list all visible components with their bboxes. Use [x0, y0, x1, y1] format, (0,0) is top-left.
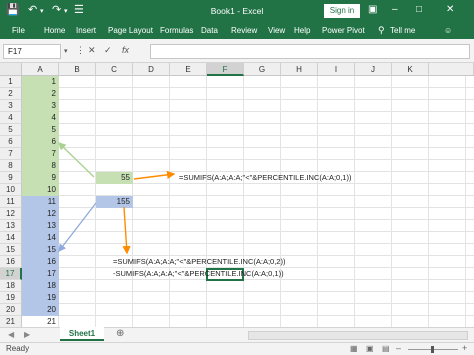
- page-break-view-icon[interactable]: ▤: [382, 343, 390, 355]
- new-sheet-icon[interactable]: ⊕: [116, 328, 124, 339]
- maximize-icon[interactable]: □: [416, 3, 422, 17]
- name-box-dropdown-icon[interactable]: ▾: [64, 47, 68, 55]
- name-box[interactable]: F17: [3, 44, 61, 59]
- horizontal-scrollbar[interactable]: [248, 331, 468, 340]
- more-options-icon[interactable]: ⋮: [76, 45, 85, 56]
- tab-formulas[interactable]: Formulas: [160, 26, 193, 35]
- lightbulb-icon: ⚲: [378, 25, 385, 35]
- tab-help[interactable]: Help: [294, 26, 310, 35]
- ribbon-tabs: File Home Insert Page Layout Formulas Da…: [0, 22, 474, 39]
- tab-home[interactable]: Home: [44, 26, 65, 35]
- cancel-icon[interactable]: ✕: [88, 45, 96, 56]
- window-title: Book1 - Excel: [210, 6, 264, 16]
- scroll-left-icon[interactable]: ◀: [8, 330, 14, 339]
- status-bar: Ready ▦ ▣ ▤ – +: [0, 342, 474, 355]
- sheet-tab-sheet1[interactable]: Sheet1: [60, 327, 104, 341]
- zoom-slider-thumb[interactable]: [431, 346, 434, 353]
- sheet-tabs-bar: ◀ ▶ Sheet1 ⊕: [0, 327, 474, 342]
- green-arrow: [58, 142, 95, 178]
- tab-page-layout[interactable]: Page Layout: [108, 26, 153, 35]
- normal-view-icon[interactable]: ▦: [350, 343, 358, 355]
- worksheet-grid: A B C D E F G H I J K 1 2 3 4 5 6 7 8 9 …: [0, 63, 474, 328]
- annotation-arrows: [58, 142, 176, 255]
- scroll-right-icon[interactable]: ▶: [24, 330, 30, 339]
- tab-view[interactable]: View: [268, 26, 285, 35]
- share-icon[interactable]: ☺: [444, 26, 452, 35]
- orange-arrow-right: [133, 170, 176, 180]
- formula-input[interactable]: [150, 44, 470, 59]
- tab-power-pivot[interactable]: Power Pivot: [322, 26, 365, 35]
- status-text: Ready: [6, 344, 30, 353]
- insert-function-icon[interactable]: fx: [122, 45, 129, 55]
- ribbon-display-options-icon[interactable]: ▣: [368, 3, 377, 17]
- sign-in-button[interactable]: Sign in: [324, 4, 360, 18]
- tab-review[interactable]: Review: [231, 26, 257, 35]
- orange-arrow-down: [122, 206, 131, 255]
- page-layout-view-icon[interactable]: ▣: [366, 343, 374, 355]
- tab-data[interactable]: Data: [201, 26, 218, 35]
- zoom-in-icon[interactable]: +: [462, 342, 467, 354]
- enter-icon[interactable]: ✓: [104, 45, 112, 56]
- tab-file[interactable]: File: [12, 26, 25, 35]
- tell-me-search[interactable]: Tell me: [390, 26, 415, 35]
- tab-insert[interactable]: Insert: [76, 26, 96, 35]
- title-bar: 💾 ↶ ▾ ↷ ▾ ☰ Book1 - Excel Sign in ▣ – □ …: [0, 0, 474, 22]
- close-icon[interactable]: ✕: [446, 3, 454, 17]
- minimize-icon[interactable]: –: [392, 3, 398, 17]
- zoom-out-icon[interactable]: –: [396, 342, 401, 354]
- blue-arrow: [58, 202, 97, 253]
- formula-bar: F17 ▾ ⋮ ✕ ✓ fx: [0, 39, 474, 63]
